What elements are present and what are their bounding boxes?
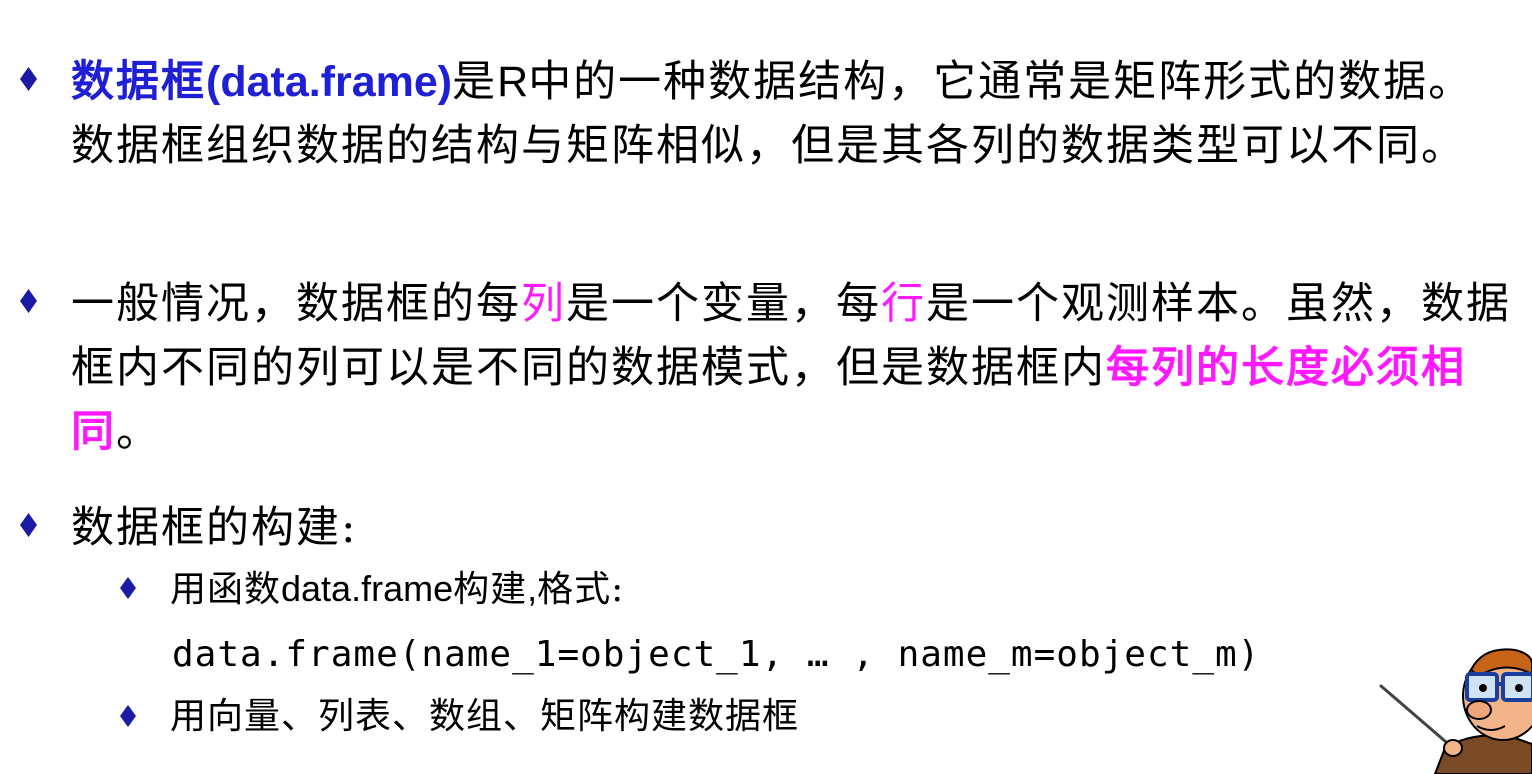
diamond-bullet-icon bbox=[20, 513, 37, 537]
bullet-dataframe-construction: 数据框的构建: bbox=[20, 496, 1532, 560]
dataframe-term: 数据框(data.frame) bbox=[71, 57, 453, 107]
professor-mascot-icon bbox=[1379, 648, 1532, 774]
definition-paragraph: 数据框(data.frame)是R中的一种数据结构，它通常是矩阵形式的数据。数据… bbox=[71, 57, 1474, 171]
slide: 数据框(data.frame)是R中的一种数据结构，它通常是矩阵形式的数据。数据… bbox=[0, 0, 1532, 774]
bullet-dataframe-definition: 数据框(data.frame)是R中的一种数据结构，它通常是矩阵形式的数据。数据… bbox=[20, 50, 1532, 178]
diamond-bullet-icon bbox=[20, 67, 37, 91]
structure-paragraph: 一般情况，数据框的每列是一个变量，每行是一个观测样本。虽然，数据框内不同的列可以… bbox=[71, 279, 1511, 457]
diamond-bullet-icon bbox=[120, 705, 136, 727]
construction-heading: 数据框的构建: bbox=[71, 503, 358, 553]
diamond-bullet-icon bbox=[120, 577, 136, 599]
emphasis-column: 列 bbox=[521, 279, 566, 329]
sources-text: 用向量、列表、数组、矩阵构建数据框 bbox=[170, 696, 800, 737]
sub-bullet-sources: 用向量、列表、数组、矩阵构建数据框 bbox=[120, 690, 1420, 744]
function-text: 用函数data.frame构建,格式: bbox=[170, 568, 625, 610]
sub-bullet-function: 用函数data.frame构建,格式: bbox=[120, 562, 1420, 617]
diamond-bullet-icon bbox=[20, 289, 37, 313]
code-format: data.frame(name_1=object_1, … , name_m=o… bbox=[172, 634, 1261, 675]
emphasis-row: 行 bbox=[881, 279, 926, 329]
bullet-dataframe-structure: 一般情况，数据框的每列是一个变量，每行是一个观测样本。虽然，数据框内不同的列可以… bbox=[20, 272, 1532, 464]
